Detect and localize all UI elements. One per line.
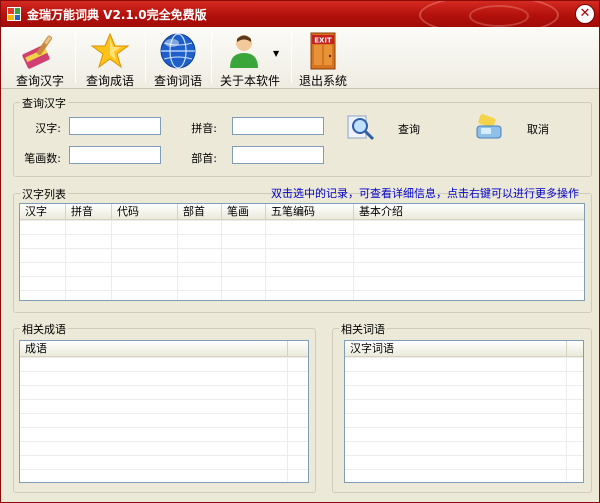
grid-line (353, 220, 354, 300)
grid-line (265, 220, 266, 300)
column-header[interactable]: 五笔编码 (266, 204, 354, 220)
toolbar-item-label: 查询词语 (153, 74, 202, 88)
app-window: 金瑞万能词典 V2.1.0完全免费版 ✕ 查询汉字 查询成语 查询词语 ▼ 关于… (0, 0, 600, 503)
column-header[interactable]: 部首 (178, 204, 222, 220)
hanzi-table[interactable]: 汉字 拼音 代码 部首 笔画 五笔编码 基本介绍 (19, 203, 585, 301)
title-decoration (469, 5, 529, 27)
star-icon (90, 32, 130, 69)
close-button[interactable]: ✕ (575, 4, 595, 24)
pinyin-input[interactable] (232, 117, 324, 135)
toolbar-item-label: 查询成语 (85, 74, 134, 88)
idioms-table[interactable]: 成语 (19, 340, 309, 483)
pinyin-label: 拼音: (191, 122, 217, 135)
hanzi-table-header: 汉字 拼音 代码 部首 笔画 五笔编码 基本介绍 (20, 204, 584, 220)
grid-line (65, 220, 66, 300)
column-header[interactable]: 基本介绍 (354, 204, 584, 220)
search-button[interactable]: 查询 (346, 112, 426, 142)
idioms-group-title: 相关成语 (20, 321, 68, 337)
eraser-icon (476, 114, 502, 139)
exit-door-icon: EXIT (310, 32, 336, 70)
hanzi-input[interactable] (69, 117, 161, 135)
toolbar-item-label: 查询汉字 (15, 74, 64, 88)
query-hanzi-button[interactable]: 查询汉字 (9, 29, 71, 88)
search-label: 查询 (398, 123, 420, 136)
grid-line (177, 220, 178, 300)
exit-button[interactable]: EXIT 退出系统 (293, 29, 353, 88)
stroke-count-input[interactable] (69, 146, 161, 164)
idioms-table-body[interactable] (20, 357, 308, 482)
column-header[interactable]: 汉字 (20, 204, 66, 220)
hanzi-list-hint: 双击选中的记录，可查看详细信息，点击右键可以进行更多操作 (271, 187, 579, 200)
stroke-count-label: 笔画数: (24, 152, 61, 165)
column-header[interactable]: 成语 (20, 341, 288, 357)
toolbar-separator (75, 33, 76, 83)
toolbar-separator (291, 33, 292, 83)
exit-sign-text: EXIT (314, 37, 332, 45)
app-icon (7, 7, 21, 21)
toolbar-item-label: 关于本软件 (219, 74, 280, 88)
grid-line (111, 220, 112, 300)
toolbar-item-label: 退出系统 (298, 74, 347, 88)
hanzi-table-body[interactable] (20, 220, 584, 300)
title-bar[interactable]: 金瑞万能词典 V2.1.0完全免费版 ✕ (1, 1, 599, 27)
close-icon: ✕ (579, 6, 591, 21)
window-title: 金瑞万能词典 V2.1.0完全免费版 (27, 8, 207, 22)
toolbar-separator (145, 33, 146, 83)
radical-input[interactable] (232, 146, 324, 164)
column-header[interactable]: 拼音 (66, 204, 112, 220)
query-idiom-button[interactable]: 查询成语 (79, 29, 141, 88)
grid-line (287, 357, 288, 482)
words-table-header: 汉字词语 (345, 341, 583, 357)
globe-icon (160, 33, 196, 69)
words-table-body[interactable] (345, 357, 583, 482)
grid-line (566, 357, 567, 482)
search-icon (347, 115, 375, 141)
query-group-title: 查询汉字 (20, 95, 68, 111)
column-header[interactable]: 笔画 (222, 204, 266, 220)
words-group-title: 相关词语 (339, 321, 387, 337)
toolbar: 查询汉字 查询成语 查询词语 ▼ 关于本软件 EXIT 退出系统 (1, 27, 599, 89)
words-table[interactable]: 汉字词语 (344, 340, 584, 483)
cancel-button[interactable]: 取消 (473, 112, 553, 142)
column-header[interactable]: 汉字词语 (345, 341, 567, 357)
column-header[interactable]: 代码 (112, 204, 178, 220)
hanzi-label: 汉字: (35, 122, 61, 135)
user-icon (230, 35, 258, 68)
brush-icon (22, 35, 52, 69)
cancel-label: 取消 (527, 123, 549, 136)
chevron-down-icon[interactable]: ▼ (273, 49, 279, 58)
toolbar-separator (211, 33, 212, 83)
about-button[interactable]: ▼ 关于本软件 (213, 29, 287, 88)
radical-label: 部首: (191, 152, 217, 165)
query-word-button[interactable]: 查询词语 (147, 29, 209, 88)
idioms-table-header: 成语 (20, 341, 308, 357)
grid-line (221, 220, 222, 300)
hanzi-list-group-title: 汉字列表 (20, 186, 68, 202)
